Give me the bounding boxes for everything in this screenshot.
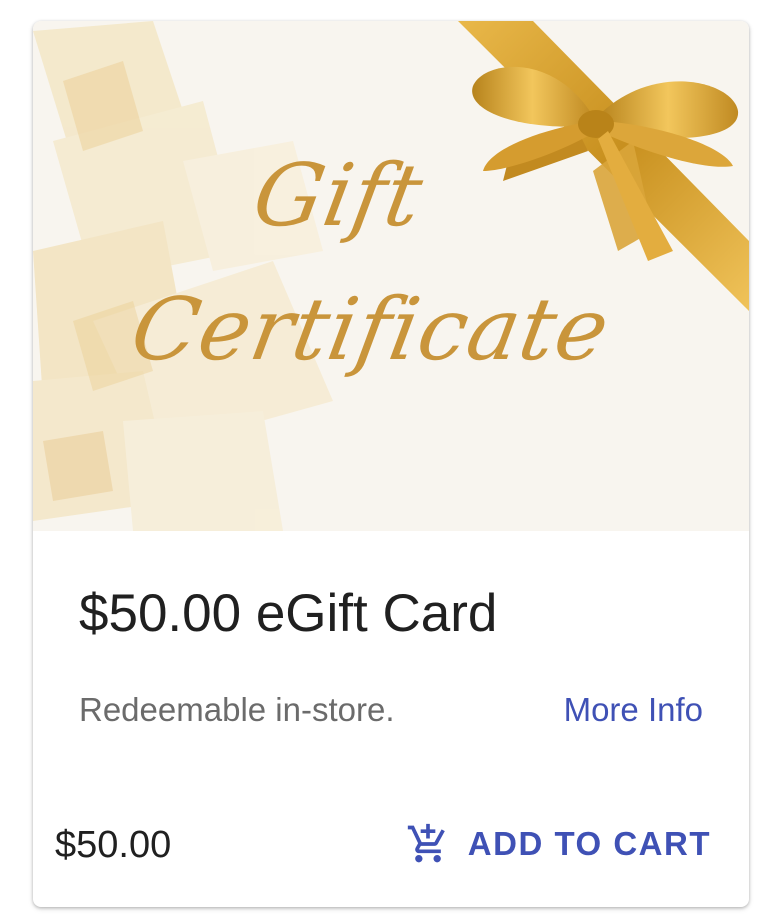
more-info-link[interactable]: More Info — [564, 693, 703, 726]
gift-certificate-image: Gift Certificate — [33, 21, 749, 531]
product-title: $50.00 eGift Card — [79, 584, 498, 643]
add-to-cart-label: ADD TO CART — [467, 825, 711, 862]
add-shopping-cart-icon — [407, 823, 445, 863]
add-to-cart-button[interactable]: ADD TO CART — [392, 811, 725, 877]
product-description: Redeemable in-store. — [79, 691, 395, 728]
image-text-gift: Gift — [246, 146, 431, 246]
product-card: Gift Certificate $50.00 eGift Card Redee… — [33, 21, 749, 907]
image-text-certificate: Certificate — [124, 280, 617, 380]
product-price: $50.00 — [55, 824, 172, 866]
gift-certificate-artwork — [33, 21, 749, 531]
